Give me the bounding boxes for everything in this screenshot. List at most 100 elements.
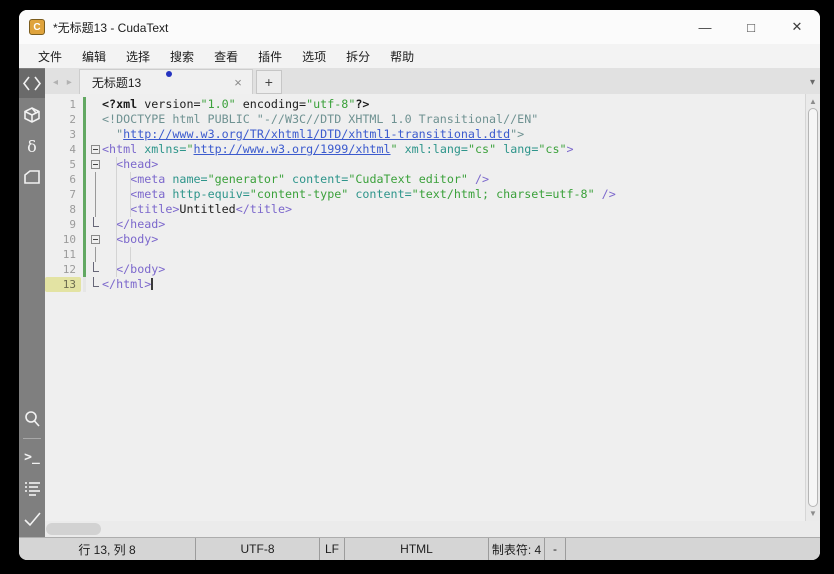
code-text: </head> bbox=[116, 217, 166, 231]
status-cell[interactable]: LF bbox=[320, 538, 345, 560]
tab-label: 无标题13 bbox=[91, 75, 142, 90]
title-bar: C *无标题13 - CudaText — □ ✕ bbox=[19, 10, 820, 44]
fold-guide bbox=[89, 127, 102, 142]
code-text: </body> bbox=[116, 262, 166, 276]
modified-line-marker bbox=[83, 232, 86, 247]
console-icon[interactable]: >_ bbox=[19, 443, 45, 471]
menu-item[interactable]: 帮助 bbox=[380, 44, 424, 68]
activity-sidebar: δ >_ bbox=[19, 68, 45, 537]
validate-check-icon[interactable] bbox=[19, 505, 45, 533]
status-cell[interactable]: 行 13, 列 8 bbox=[19, 538, 196, 560]
new-tab-button[interactable]: + bbox=[255, 70, 282, 94]
menu-item[interactable]: 插件 bbox=[248, 44, 292, 68]
code-line[interactable]: 13 </html> bbox=[45, 277, 805, 292]
menu-item[interactable]: 编辑 bbox=[72, 44, 116, 68]
code-text: <body> bbox=[116, 232, 159, 246]
line-number[interactable]: 13 bbox=[45, 277, 81, 292]
tab-close-icon[interactable]: × bbox=[232, 75, 244, 90]
close-button[interactable]: ✕ bbox=[774, 10, 820, 44]
vertical-scrollbar[interactable]: ▲ ▼ bbox=[805, 94, 820, 521]
maximize-button[interactable]: □ bbox=[728, 10, 774, 44]
code-line[interactable]: 8 <title>Untitled</title> bbox=[45, 202, 805, 217]
status-cell[interactable]: UTF-8 bbox=[196, 538, 320, 560]
file-panel-icon[interactable] bbox=[19, 163, 45, 191]
modified-line-marker bbox=[83, 172, 86, 187]
line-number[interactable]: 1 bbox=[45, 97, 81, 112]
status-cell[interactable]: 制表符: 4 bbox=[489, 538, 545, 560]
cudatext-window: C *无标题13 - CudaText — □ ✕ 文件 编辑 选择 搜索 查看 插件 选项… bbox=[19, 10, 820, 560]
vertical-scroll-thumb[interactable] bbox=[808, 108, 818, 507]
code-line[interactable]: 7 <meta http-equiv="content-type" conten… bbox=[45, 187, 805, 202]
status-cell[interactable] bbox=[566, 538, 820, 560]
modified-dot-icon bbox=[165, 71, 172, 77]
fold-guide bbox=[89, 262, 102, 277]
modified-line-marker bbox=[83, 127, 86, 142]
code-line[interactable]: 9 </head> bbox=[45, 217, 805, 232]
menu-item[interactable]: 拆分 bbox=[336, 44, 380, 68]
code-line[interactable]: 5 <head> bbox=[45, 157, 805, 172]
minimize-button[interactable]: — bbox=[682, 10, 728, 44]
code-line[interactable]: 3 "http://www.w3.org/TR/xhtml1/DTD/xhtml… bbox=[45, 127, 805, 142]
code-line[interactable]: 2 <!DOCTYPE html PUBLIC "-//W3C//DTD XHTM… bbox=[45, 112, 805, 127]
code-tree-icon[interactable] bbox=[19, 69, 45, 98]
code-text: <?xml version="1.0" encoding="utf-8"?> bbox=[102, 97, 370, 111]
snippets-delta-icon[interactable]: δ bbox=[19, 132, 45, 160]
tab-bar: ◂ ▸ 无标题13 × + ▾ bbox=[45, 68, 820, 94]
fold-guide bbox=[89, 277, 102, 292]
menu-item[interactable]: 查看 bbox=[204, 44, 248, 68]
modified-line-marker bbox=[83, 247, 86, 262]
line-number[interactable]: 3 bbox=[45, 127, 81, 142]
line-number[interactable]: 6 bbox=[45, 172, 81, 187]
line-number[interactable]: 9 bbox=[45, 217, 81, 232]
code-line[interactable]: 11 bbox=[45, 247, 805, 262]
line-number[interactable]: 4 bbox=[45, 142, 81, 157]
menu-item[interactable]: 搜索 bbox=[160, 44, 204, 68]
fold-toggle-icon[interactable] bbox=[89, 142, 102, 157]
line-number[interactable]: 8 bbox=[45, 202, 81, 217]
fold-toggle-icon[interactable] bbox=[89, 157, 102, 172]
code-text: <head> bbox=[116, 157, 159, 171]
tab-untitled13[interactable]: 无标题13 × bbox=[78, 69, 253, 94]
menu-bar: 文件 编辑 选择 搜索 查看 插件 选项 拆分 帮助 bbox=[19, 44, 820, 68]
fold-guide bbox=[89, 112, 102, 127]
output-list-icon[interactable] bbox=[19, 474, 45, 502]
fold-guide bbox=[89, 202, 102, 217]
package-icon[interactable] bbox=[19, 101, 45, 129]
fold-guide bbox=[89, 97, 102, 112]
fold-toggle-icon[interactable] bbox=[89, 232, 102, 247]
code-line[interactable]: 6 <meta name="generator" content="CudaTe… bbox=[45, 172, 805, 187]
status-cell[interactable]: HTML bbox=[345, 538, 489, 560]
fold-guide bbox=[89, 172, 102, 187]
code-text: <meta http-equiv="content-type" content=… bbox=[130, 187, 616, 201]
fold-guide bbox=[89, 217, 102, 232]
tab-scroll-arrows[interactable]: ◂ ▸ bbox=[45, 77, 79, 94]
menu-item[interactable]: 选项 bbox=[292, 44, 336, 68]
horizontal-scrollbar[interactable] bbox=[45, 521, 820, 537]
scroll-down-icon[interactable]: ▼ bbox=[806, 507, 820, 520]
app-icon: C bbox=[29, 19, 45, 35]
modified-line-marker bbox=[83, 187, 86, 202]
tab-overflow-icon[interactable]: ▾ bbox=[810, 77, 820, 94]
menu-item[interactable]: 文件 bbox=[28, 44, 72, 68]
line-number[interactable]: 11 bbox=[45, 247, 81, 262]
status-cell[interactable]: - bbox=[545, 538, 566, 560]
menu-item[interactable]: 选择 bbox=[116, 44, 160, 68]
code-line[interactable]: 12 </body> bbox=[45, 262, 805, 277]
line-number[interactable]: 10 bbox=[45, 232, 81, 247]
main-area: δ >_ ◂ ▸ 无标题13 × + ▾ 1 <?xml version="1.0"… bbox=[19, 68, 820, 537]
horizontal-scroll-thumb[interactable] bbox=[46, 523, 101, 535]
line-number[interactable]: 7 bbox=[45, 187, 81, 202]
code-text: </html> bbox=[102, 277, 153, 291]
code-line[interactable]: 10 <body> bbox=[45, 232, 805, 247]
line-number[interactable]: 2 bbox=[45, 112, 81, 127]
code-text: "http://www.w3.org/TR/xhtml1/DTD/xhtml1-… bbox=[102, 127, 525, 141]
scroll-up-icon[interactable]: ▲ bbox=[806, 95, 820, 108]
code-line[interactable]: 1 <?xml version="1.0" encoding="utf-8"?> bbox=[45, 97, 805, 112]
line-number[interactable]: 12 bbox=[45, 262, 81, 277]
editor-column: ◂ ▸ 无标题13 × + ▾ 1 <?xml version="1.0" enc… bbox=[45, 68, 820, 537]
modified-line-marker bbox=[83, 97, 86, 112]
line-number[interactable]: 5 bbox=[45, 157, 81, 172]
code-editor[interactable]: 1 <?xml version="1.0" encoding="utf-8"?> 2… bbox=[45, 94, 805, 521]
code-line[interactable]: 4 <html xmlns="http://www.w3.org/1999/xht… bbox=[45, 142, 805, 157]
search-icon[interactable] bbox=[19, 405, 45, 433]
